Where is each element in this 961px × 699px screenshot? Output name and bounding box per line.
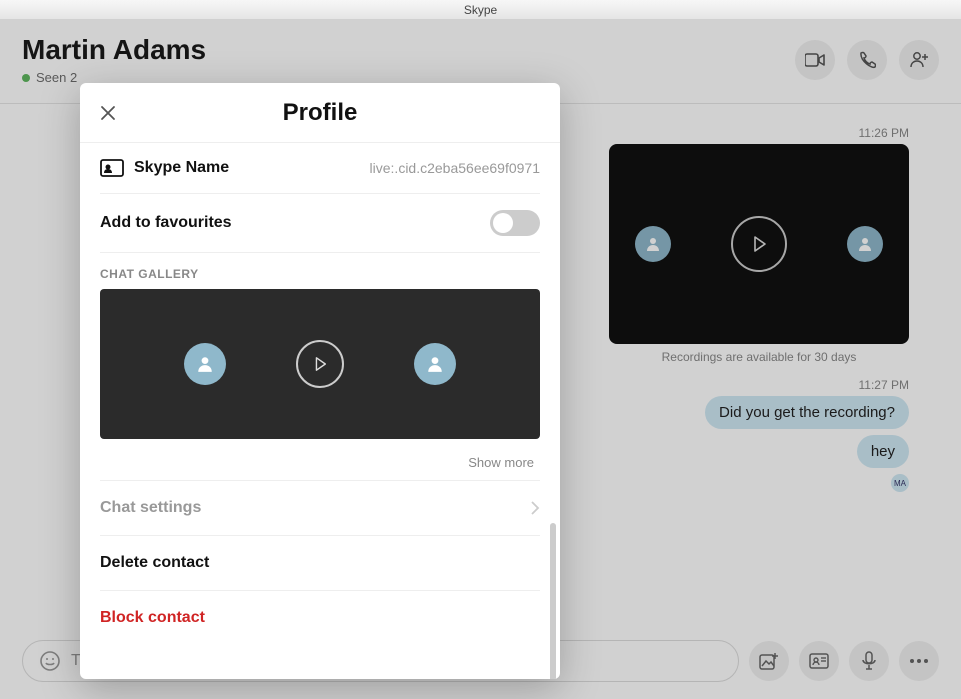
scrollbar[interactable] bbox=[550, 523, 556, 679]
block-contact-label: Block contact bbox=[100, 609, 205, 627]
participant-avatar-icon bbox=[414, 343, 456, 385]
participant-avatar-icon bbox=[184, 343, 226, 385]
favourites-toggle[interactable] bbox=[490, 210, 540, 236]
modal-title: Profile bbox=[283, 99, 358, 127]
modal-body: Skype Name live:.cid.c2eba56ee69f0971 Ad… bbox=[80, 143, 560, 679]
chat-gallery-label: CHAT GALLERY bbox=[100, 253, 540, 289]
modal-header: Profile bbox=[80, 83, 560, 143]
chat-settings-row[interactable]: Chat settings bbox=[100, 481, 540, 536]
close-icon bbox=[100, 105, 116, 121]
skype-name-row: Skype Name live:.cid.c2eba56ee69f0971 bbox=[100, 143, 540, 194]
close-button[interactable] bbox=[96, 101, 120, 125]
delete-contact-row[interactable]: Delete contact bbox=[100, 536, 540, 591]
skype-name-value[interactable]: live:.cid.c2eba56ee69f0971 bbox=[370, 160, 540, 176]
toggle-knob bbox=[493, 213, 513, 233]
delete-contact-label: Delete contact bbox=[100, 554, 209, 572]
chat-window: Martin Adams Seen 2 11:26 PM bbox=[0, 20, 961, 699]
skype-name-label-text: Skype Name bbox=[134, 159, 229, 177]
play-icon bbox=[296, 340, 344, 388]
skype-name-label: Skype Name bbox=[100, 159, 229, 177]
window-titlebar: Skype bbox=[0, 0, 961, 20]
chat-settings-label: Chat settings bbox=[100, 499, 201, 517]
favourites-label: Add to favourites bbox=[100, 214, 232, 232]
show-more-link[interactable]: Show more bbox=[100, 439, 540, 481]
favourites-row: Add to favourites bbox=[100, 194, 540, 253]
gallery-thumbnail[interactable] bbox=[100, 289, 540, 439]
block-contact-row[interactable]: Block contact bbox=[100, 591, 540, 645]
id-card-icon bbox=[100, 159, 124, 177]
chevron-right-icon bbox=[530, 500, 540, 516]
profile-modal: Profile Skype Name live:.cid.c2eba56ee69… bbox=[80, 83, 560, 679]
